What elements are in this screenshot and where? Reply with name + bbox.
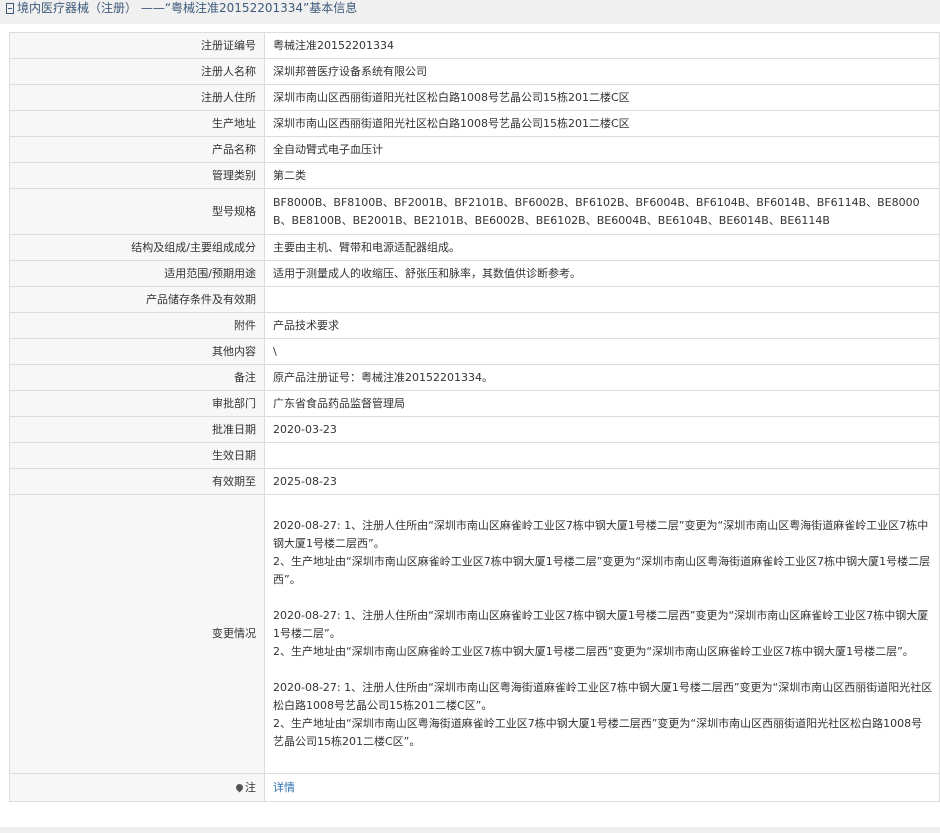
table-row: 审批部门 广东省食品药品监督管理局 [9,390,940,417]
document-icon [6,3,14,14]
row-value: 深圳市南山区西丽街道阳光社区松白路1008号艺晶公司15栋201二楼C区 [264,110,940,137]
info-panel: 注册证编号 粤械注准20152201334 注册人名称 深圳邦普医疗设备系统有限… [0,24,940,827]
row-label: 注册证编号 [9,32,265,59]
row-label: 注册人住所 [9,84,265,111]
info-table: 注册证编号 粤械注准20152201334 注册人名称 深圳邦普医疗设备系统有限… [9,32,940,802]
row-label: 其他内容 [9,338,265,365]
row-value: 全自动臂式电子血压计 [264,136,940,163]
row-value: 产品技术要求 [264,312,940,339]
row-label: 审批部门 [9,390,265,417]
row-label: 注册人名称 [9,58,265,85]
row-label: 备注 [9,364,265,391]
change-line: 2020-08-27: 1、注册人住所由“深圳市南山区麻雀岭工业区7栋中钢大厦1… [273,609,929,640]
row-label: 适用范围/预期用途 [9,260,265,287]
row-label: 批准日期 [9,416,265,443]
table-row: 型号规格 BF8000B、BF8100B、BF2001B、BF2101B、BF6… [9,188,940,235]
table-row: 生产地址 深圳市南山区西丽街道阳光社区松白路1008号艺晶公司15栋201二楼C… [9,110,940,137]
row-value: 2020-03-23 [264,416,940,443]
table-row: 产品名称 全自动臂式电子血压计 [9,136,940,163]
change-entry: 2020-08-27: 1、注册人住所由“深圳市南山区粤海街道麻雀岭工业区7栋中… [273,679,933,751]
row-value: 深圳市南山区西丽街道阳光社区松白路1008号艺晶公司15栋201二楼C区 [264,84,940,111]
row-label: 生效日期 [9,442,265,469]
table-row: 结构及组成/主要组成成分 主要由主机、臂带和电源适配器组成。 [9,234,940,261]
row-value [264,442,940,469]
row-value: 适用于测量成人的收缩压、舒张压和脉率，其数值供诊断参考。 [264,260,940,287]
row-label: 附件 [9,312,265,339]
row-label: 生产地址 [9,110,265,137]
table-row: 注册证编号 粤械注准20152201334 [9,32,940,59]
change-line: 2、生产地址由“深圳市南山区麻雀岭工业区7栋中钢大厦1号楼二层”变更为“深圳市南… [273,555,931,586]
row-label: 产品储存条件及有效期 [9,286,265,313]
table-row: 备注 原产品注册证号：粤械注准20152201334。 [9,364,940,391]
row-label: 变更情况 [9,494,265,774]
row-label: 产品名称 [9,136,265,163]
change-entry: 2020-08-27: 1、注册人住所由“深圳市南山区麻雀岭工业区7栋中钢大厦1… [273,517,933,589]
table-row: 有效期至 2025-08-23 [9,468,940,495]
change-line: 2、生产地址由“深圳市南山区粤海街道麻雀岭工业区7栋中钢大厦1号楼二层西”变更为… [273,717,923,748]
row-label: 管理类别 [9,162,265,189]
note-value: 详情 [264,773,940,802]
row-label: 型号规格 [9,188,265,235]
row-value: \ [264,338,940,365]
row-value [264,286,940,313]
table-row: 注册人名称 深圳邦普医疗设备系统有限公司 [9,58,940,85]
row-value: 粤械注准20152201334 [264,32,940,59]
changes-value: 2020-08-27: 1、注册人住所由“深圳市南山区麻雀岭工业区7栋中钢大厦1… [264,494,940,774]
change-entry: 2020-08-27: 1、注册人住所由“深圳市南山区麻雀岭工业区7栋中钢大厦1… [273,607,933,661]
table-row: 管理类别 第二类 [9,162,940,189]
row-value: 2025-08-23 [264,468,940,495]
row-value: 主要由主机、臂带和电源适配器组成。 [264,234,940,261]
pin-icon [234,782,245,792]
table-row: 注册人住所 深圳市南山区西丽街道阳光社区松白路1008号艺晶公司15栋201二楼… [9,84,940,111]
row-value: 第二类 [264,162,940,189]
row-value: 深圳邦普医疗设备系统有限公司 [264,58,940,85]
change-line: 2、生产地址由“深圳市南山区麻雀岭工业区7栋中钢大厦1号楼二层西”变更为“深圳市… [273,645,914,658]
change-line: 2020-08-27: 1、注册人住所由“深圳市南山区麻雀岭工业区7栋中钢大厦1… [273,519,929,550]
page-title: 境内医疗器械（注册） ——“粤械注准20152201334”基本信息 [17,1,358,15]
details-link[interactable]: 详情 [273,781,295,794]
row-label: 有效期至 [9,468,265,495]
table-row: 生效日期 [9,442,940,469]
note-label-cell: 注 [9,773,265,802]
table-row: 其他内容 \ [9,338,940,365]
row-value: 原产品注册证号：粤械注准20152201334。 [264,364,940,391]
page-title-bar: 境内医疗器械（注册） ——“粤械注准20152201334”基本信息 [0,0,940,20]
change-line: 2020-08-27: 1、注册人住所由“深圳市南山区粤海街道麻雀岭工业区7栋中… [273,681,933,712]
table-row: 适用范围/预期用途 适用于测量成人的收缩压、舒张压和脉率，其数值供诊断参考。 [9,260,940,287]
table-row-note: 注 详情 [9,773,940,802]
table-row: 附件 产品技术要求 [9,312,940,339]
row-value: 广东省食品药品监督管理局 [264,390,940,417]
row-value: BF8000B、BF8100B、BF2001B、BF2101B、BF6002B、… [264,188,940,235]
page: 境内医疗器械（注册） ——“粤械注准20152201334”基本信息 注册证编号… [0,0,940,833]
row-label: 结构及组成/主要组成成分 [9,234,265,261]
table-row-changes: 变更情况 2020-08-27: 1、注册人住所由“深圳市南山区麻雀岭工业区7栋… [9,494,940,774]
note-label: 注 [245,780,256,794]
table-row: 产品储存条件及有效期 [9,286,940,313]
table-row: 批准日期 2020-03-23 [9,416,940,443]
